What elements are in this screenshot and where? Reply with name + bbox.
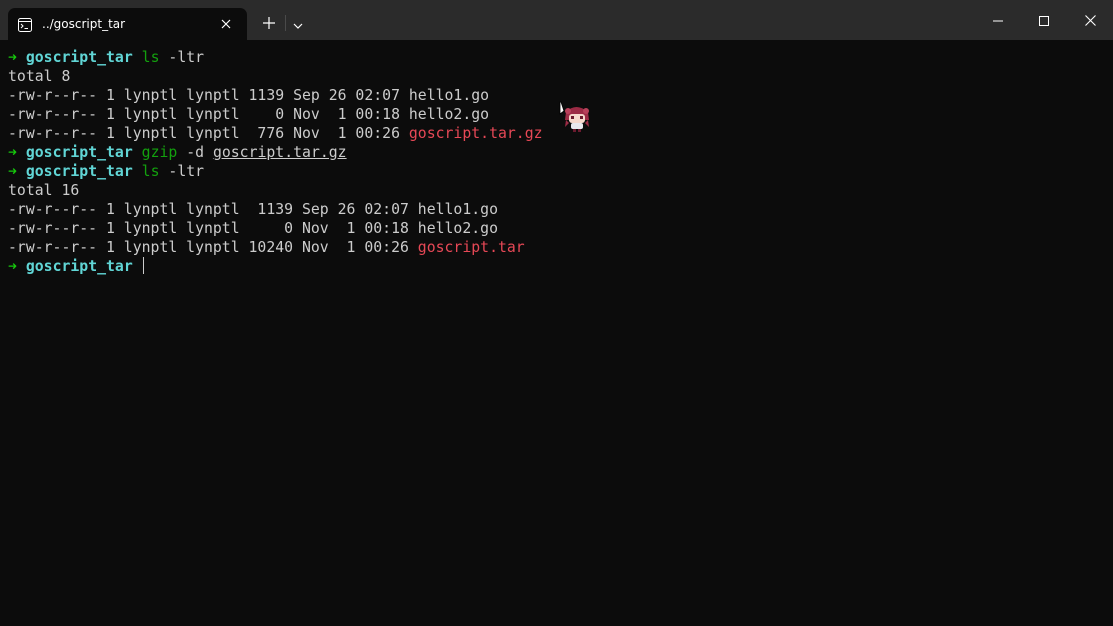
archive-file-name: goscript.tar.gz bbox=[408, 125, 543, 142]
file-meta: -rw-r--r-- 1 lynptl lynptl 776 Nov 1 00:… bbox=[8, 125, 409, 142]
prompt-directory: goscript_tar bbox=[25, 49, 133, 66]
file-meta: -rw-r--r-- 1 lynptl lynptl 10240 Nov 1 0… bbox=[8, 239, 418, 256]
file-row: -rw-r--r-- 1 lynptl lynptl 0 Nov 1 00:18… bbox=[8, 105, 1105, 124]
active-prompt-line[interactable]: ➜ goscript_tar bbox=[8, 257, 1105, 276]
command-flag: -d bbox=[177, 144, 213, 161]
maximize-button[interactable] bbox=[1021, 0, 1067, 40]
file-meta: -rw-r--r-- 1 lynptl lynptl 1139 Sep 26 0… bbox=[8, 201, 418, 218]
minimize-icon bbox=[993, 11, 1003, 30]
archive-file-name: goscript.tar bbox=[417, 239, 525, 256]
minimize-button[interactable] bbox=[975, 0, 1021, 40]
file-name: hello2.go bbox=[408, 106, 490, 123]
prompt-arrow: ➜ bbox=[8, 144, 17, 161]
file-name: hello1.go bbox=[408, 87, 490, 104]
terminal-window: ../goscript_tar ➜ goscript_tar ls -ltr t… bbox=[0, 0, 1113, 626]
prompt-directory: goscript_tar bbox=[25, 144, 133, 161]
file-name: hello1.go bbox=[417, 201, 498, 218]
file-row: -rw-r--r-- 1 lynptl lynptl 1139 Sep 26 0… bbox=[8, 200, 1105, 219]
file-name: hello2.go bbox=[417, 220, 498, 237]
chevron-down-icon bbox=[293, 14, 303, 33]
close-button[interactable] bbox=[1067, 0, 1113, 40]
new-tab-button[interactable] bbox=[256, 8, 282, 38]
command-file-arg: goscript.tar.gz bbox=[212, 144, 347, 161]
file-meta: -rw-r--r-- 1 lynptl lynptl 0 Nov 1 00:18 bbox=[8, 220, 418, 237]
prompt-directory: goscript_tar bbox=[25, 163, 133, 180]
prompt-arrow: ➜ bbox=[8, 163, 17, 180]
command-args: -ltr bbox=[159, 49, 205, 66]
tab-close-icon[interactable] bbox=[217, 15, 235, 33]
file-meta: -rw-r--r-- 1 lynptl lynptl 1139 Sep 26 0… bbox=[8, 87, 409, 104]
tab-separator bbox=[285, 15, 286, 31]
file-row: -rw-r--r-- 1 lynptl lynptl 0 Nov 1 00:18… bbox=[8, 219, 1105, 238]
output-total: total 16 bbox=[8, 182, 80, 199]
prompt-line: ➜ goscript_tar ls -ltr bbox=[8, 48, 1105, 67]
file-row: -rw-r--r-- 1 lynptl lynptl 776 Nov 1 00:… bbox=[8, 124, 1105, 143]
terminal-output[interactable]: ➜ goscript_tar ls -ltr total 8 -rw-r--r-- … bbox=[8, 48, 1105, 618]
text-cursor bbox=[142, 257, 144, 274]
output-total: total 8 bbox=[8, 68, 71, 85]
tab-goscript-tar[interactable]: ../goscript_tar bbox=[8, 8, 247, 40]
command-args: -ltr bbox=[159, 163, 205, 180]
file-row: -rw-r--r-- 1 lynptl lynptl 10240 Nov 1 0… bbox=[8, 238, 1105, 257]
title-bar: ../goscript_tar bbox=[0, 0, 1113, 40]
prompt-line: ➜ goscript_tar ls -ltr bbox=[8, 162, 1105, 181]
command-program: ls bbox=[141, 163, 160, 180]
command-program: ls bbox=[141, 49, 160, 66]
file-row: -rw-r--r-- 1 lynptl lynptl 1139 Sep 26 0… bbox=[8, 86, 1105, 105]
tab-dropdown-button[interactable] bbox=[287, 8, 309, 38]
prompt-directory: goscript_tar bbox=[25, 258, 133, 275]
prompt-arrow: ➜ bbox=[8, 49, 17, 66]
file-meta: -rw-r--r-- 1 lynptl lynptl 0 Nov 1 00:18 bbox=[8, 106, 409, 123]
command-program: gzip bbox=[141, 144, 178, 161]
maximize-icon bbox=[1039, 11, 1049, 30]
prompt-line: ➜ goscript_tar gzip -d goscript.tar.gz bbox=[8, 143, 1105, 162]
plus-icon bbox=[263, 14, 275, 33]
mascot-sprite-icon bbox=[558, 100, 594, 134]
close-icon bbox=[1084, 11, 1096, 30]
prompt-arrow: ➜ bbox=[8, 258, 17, 275]
tab-title: ../goscript_tar bbox=[42, 17, 126, 31]
terminal-icon bbox=[18, 17, 32, 32]
